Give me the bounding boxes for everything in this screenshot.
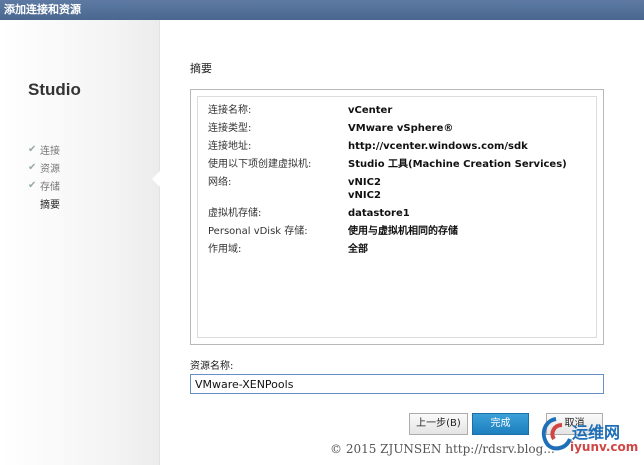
window-title: 添加连接和资源 [0, 0, 644, 20]
step-label: 资源 [40, 163, 60, 175]
check-icon: ✔ [28, 161, 37, 173]
summary-list: 连接名称: vCenter 连接类型: VMware vSphere® 连接地址… [208, 104, 567, 261]
summary-key: 连接名称: [208, 105, 252, 116]
network-value-1: vNIC2 [348, 177, 381, 188]
summary-key: 连接类型: [208, 123, 252, 134]
step-label: 存储 [40, 181, 60, 193]
step-storage: ✔ 存储 [28, 176, 60, 194]
summary-value: 全部 [348, 244, 368, 255]
copyright-footer: © 2015 ZJUNSEN http://rdsrv.blog... [330, 442, 555, 456]
step-resources: ✔ 资源 [28, 158, 60, 176]
back-button[interactable]: 上一步(B) [409, 413, 468, 435]
wizard-steps: ✔ 连接 ✔ 资源 ✔ 存储 摘要 [28, 140, 60, 212]
summary-row: 虚拟机存储: datastore1 [208, 207, 567, 225]
resource-name-input[interactable] [190, 374, 604, 394]
summary-row: 连接类型: VMware vSphere® [208, 122, 567, 140]
summary-key: Personal vDisk 存储: [208, 226, 308, 237]
summary-value: datastore1 [348, 208, 410, 219]
summary-value: Studio 工具(Machine Creation Services) [348, 159, 567, 170]
summary-value: vNIC2 vNIC2 [348, 176, 381, 207]
resource-name-label: 资源名称: [190, 361, 234, 372]
summary-key: 使用以下项创建虚拟机: [208, 159, 312, 170]
section-title: 摘要 [190, 62, 212, 75]
summary-row: 使用以下项创建虚拟机: Studio 工具(Machine Creation S… [208, 158, 567, 176]
sidebar: Studio ✔ 连接 ✔ 资源 ✔ 存储 摘要 [0, 20, 160, 465]
summary-inner: 连接名称: vCenter 连接类型: VMware vSphere® 连接地址… [197, 96, 597, 338]
summary-row: 网络: vNIC2 vNIC2 [208, 176, 567, 207]
check-icon: ✔ [28, 143, 37, 155]
network-value-2: vNIC2 [348, 190, 381, 201]
summary-panel: 连接名称: vCenter 连接类型: VMware vSphere® 连接地址… [190, 89, 604, 345]
summary-key: 虚拟机存储: [208, 208, 262, 219]
summary-row: 作用域: 全部 [208, 243, 567, 261]
app-title: Studio [28, 80, 81, 99]
step-label: 连接 [40, 145, 60, 157]
summary-value: http://vcenter.windows.com/sdk [348, 141, 528, 152]
check-icon: ✔ [28, 179, 37, 191]
watermark-logo: 运维网 iyunv.com [536, 413, 640, 461]
step-summary: 摘要 [28, 194, 60, 212]
summary-value: vCenter [348, 105, 393, 116]
summary-row: Personal vDisk 存储: 使用与虚拟机相同的存储 [208, 225, 567, 243]
summary-key: 作用域: [208, 244, 242, 255]
step-label: 摘要 [40, 199, 60, 211]
summary-key: 网络: [208, 177, 232, 188]
finish-button[interactable]: 完成 [472, 413, 529, 435]
summary-value: 使用与虚拟机相同的存储 [348, 226, 458, 237]
watermark-text-2: iyunv.com [570, 440, 639, 454]
step-connection: ✔ 连接 [28, 140, 60, 158]
summary-value: VMware vSphere® [348, 123, 454, 134]
summary-row: 连接地址: http://vcenter.windows.com/sdk [208, 140, 567, 158]
summary-key: 连接地址: [208, 141, 252, 152]
summary-row: 连接名称: vCenter [208, 104, 567, 122]
current-step-pointer [152, 170, 161, 188]
